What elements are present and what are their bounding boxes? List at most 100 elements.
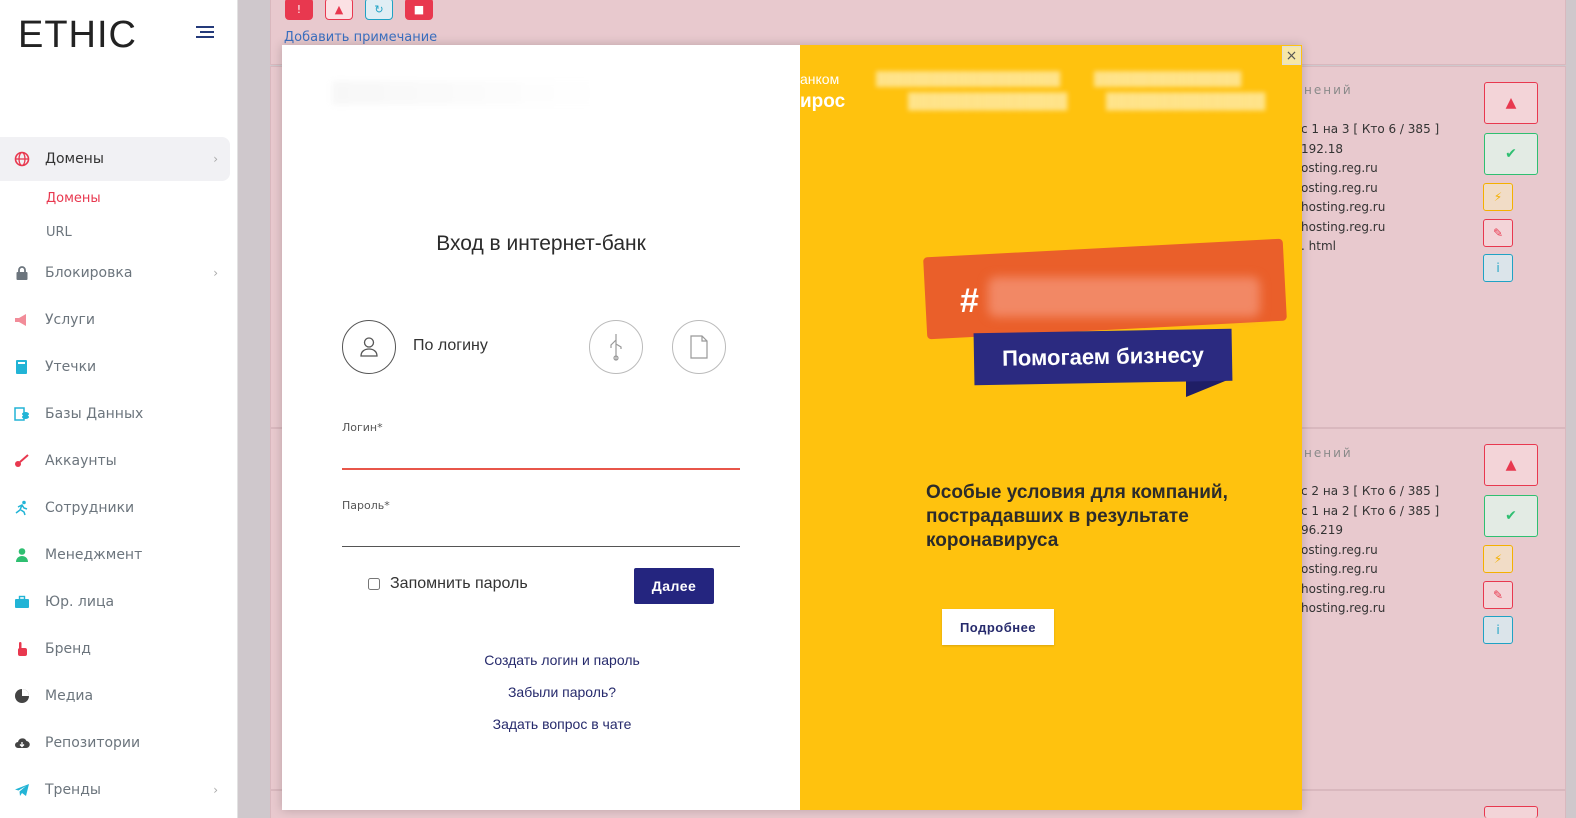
password-underline [342, 546, 740, 547]
detail-line: 192.18 [1301, 141, 1343, 156]
chevron-right-icon: › [213, 152, 218, 166]
sidebar-item-accounts[interactable]: Аккаунты [0, 437, 238, 484]
detail-line: osting.reg.ru [1301, 542, 1378, 557]
bell-icon[interactable]: ▲ [325, 0, 353, 20]
sidebar-item-label: Блокировка [45, 264, 133, 281]
sidebar-item-repositories[interactable]: Репозитории [0, 719, 238, 766]
sidebar-item-label: Домены [45, 151, 104, 167]
remember-checkbox[interactable] [368, 578, 380, 590]
chevron-right-icon: › [213, 265, 218, 280]
detail-line: с 2 на 3 [ Кто 6 / 385 ] [1301, 484, 1440, 498]
briefcase-icon [15, 595, 29, 608]
usb-icon [610, 334, 622, 361]
sidebar-subitem-url[interactable]: URL [0, 215, 238, 249]
sidebar-item-trends[interactable]: Тренды › [0, 766, 238, 813]
telegram-icon [15, 783, 29, 796]
blurred-phone-block-4: ███████████████ [1106, 93, 1266, 110]
detail-line: hosting.reg.ru [1301, 581, 1386, 596]
login-label: Логин* [342, 421, 383, 434]
bank-logo [332, 81, 606, 105]
file-key-mode-button[interactable] [672, 320, 726, 374]
blurred-phone-block-3: ████████████████ [1094, 71, 1242, 86]
edit-button[interactable]: ✎ [1483, 581, 1513, 609]
trash-icon[interactable]: ■ [405, 0, 433, 20]
sidebar-item-blocking[interactable]: Блокировка › [0, 249, 238, 296]
promo-banner-blue: Помогаем бизнесу [973, 328, 1233, 386]
lock-icon [16, 265, 28, 280]
user-icon [360, 337, 378, 357]
more-button[interactable]: Подробнее [942, 609, 1054, 645]
sidebar-item-label: Репозитории [45, 734, 141, 751]
bank-login-modal: Вход в интернет-банк По логину Логин* Па… [282, 45, 1302, 810]
refresh-icon[interactable]: ↻ [365, 0, 393, 20]
card-action-buttons: ! ▲ ↻ ■ [285, 0, 433, 20]
bolt-button[interactable]: ⚡ [1483, 545, 1513, 573]
next-button[interactable]: Далее [634, 568, 714, 604]
sidebar-item-management[interactable]: Менеджмент [0, 531, 238, 578]
edit-button[interactable]: ✎ [1483, 219, 1513, 247]
bolt-button[interactable]: ⚡ [1483, 183, 1513, 211]
database-icon [14, 406, 29, 421]
close-icon[interactable]: × [1282, 46, 1301, 65]
banner-tail [1186, 379, 1230, 397]
app-logo[interactable]: ETHIC [18, 14, 137, 57]
sidebar-item-employees[interactable]: Сотрудники [0, 484, 238, 531]
card-details: с 1 на 3 [ Кто 6 / 385 ] 192.18 osting.r… [1301, 120, 1439, 257]
remember-password[interactable]: Запомнить пароль [368, 575, 528, 593]
detail-line: osting.reg.ru [1301, 161, 1378, 175]
password-label: Пароль* [342, 499, 390, 512]
create-login-link[interactable]: Создать логин и пароль [412, 652, 712, 668]
user-icon [16, 547, 28, 562]
detail-line: 96.219 [1301, 523, 1343, 537]
sidebar-item-label: Базы Данных [45, 405, 144, 422]
section-heading: нений [1304, 83, 1353, 97]
alert-icon[interactable]: ! [285, 0, 313, 20]
login-mode-label[interactable]: По логину [413, 337, 488, 355]
detail-line: . html [1301, 239, 1336, 253]
detail-line: с 1 на 3 [ Кто 6 / 385 ] [1301, 122, 1440, 136]
sidebar-nav: Домены › Домены URL Блокировка › Услуги … [0, 137, 238, 813]
cloud-download-icon [15, 737, 30, 748]
sidebar: ETHIC Домены › Домены URL Блокировка › У… [0, 0, 238, 818]
approve-button[interactable]: ✔ [1484, 495, 1538, 537]
sidebar-item-label: Бренд [45, 640, 91, 657]
sidebar-item-domains[interactable]: Домены › [0, 137, 230, 181]
forgot-password-link[interactable]: Забыли пароль? [412, 684, 712, 700]
info-button[interactable]: i [1483, 616, 1513, 644]
info-button[interactable]: i [1483, 254, 1513, 282]
usb-token-mode-button[interactable] [589, 320, 643, 374]
login-input[interactable] [342, 441, 740, 469]
document-icon [690, 335, 708, 359]
sidebar-item-label: Медиа [45, 687, 94, 704]
book-icon [16, 359, 27, 374]
sidebar-item-label: Утечки [45, 358, 97, 375]
login-panel: Вход в интернет-банк По логину Логин* Па… [282, 45, 800, 810]
login-mode-button[interactable] [342, 320, 396, 374]
notify-button[interactable]: ▲ [1484, 444, 1538, 486]
sidebar-item-label: Юр. лица [45, 593, 115, 610]
detail-line: hosting.reg.ru [1301, 200, 1386, 214]
menu-toggle-icon[interactable] [196, 26, 214, 40]
detail-line: hosting.reg.ru [1301, 219, 1386, 234]
sidebar-item-label: Аккаунты [45, 452, 117, 469]
notify-button[interactable]: ▲ [1484, 82, 1538, 124]
chat-question-link[interactable]: Задать вопрос в чате [412, 716, 712, 732]
header-small-text: анком [800, 71, 840, 87]
sidebar-item-legal-entities[interactable]: Юр. лица [0, 578, 238, 625]
notify-button[interactable] [1484, 806, 1538, 818]
sidebar-item-label: Тренды [45, 781, 101, 798]
sidebar-item-media[interactable]: Медиа [0, 672, 238, 719]
sidebar-item-brand[interactable]: Бренд [0, 625, 238, 672]
sidebar-item-leaks[interactable]: Утечки [0, 343, 238, 390]
sidebar-item-databases[interactable]: Базы Данных [0, 390, 238, 437]
add-note-link[interactable]: Добавить примечание [284, 30, 437, 45]
approve-button[interactable]: ✔ [1484, 133, 1538, 175]
login-title: Вход в интернет-банк [436, 232, 646, 255]
sidebar-item-label: Сотрудники [45, 499, 135, 516]
card-details: с 2 на 3 [ Кто 6 / 385 ] с 1 на 2 [ Кто … [1301, 482, 1439, 619]
sidebar-subitem-domains[interactable]: Домены [0, 181, 238, 215]
banner-hash: # [960, 282, 979, 320]
password-input[interactable] [342, 517, 740, 545]
sidebar-item-services[interactable]: Услуги [0, 296, 238, 343]
promo-panel: анком ирос ████████████████████ ████████… [800, 45, 1302, 810]
